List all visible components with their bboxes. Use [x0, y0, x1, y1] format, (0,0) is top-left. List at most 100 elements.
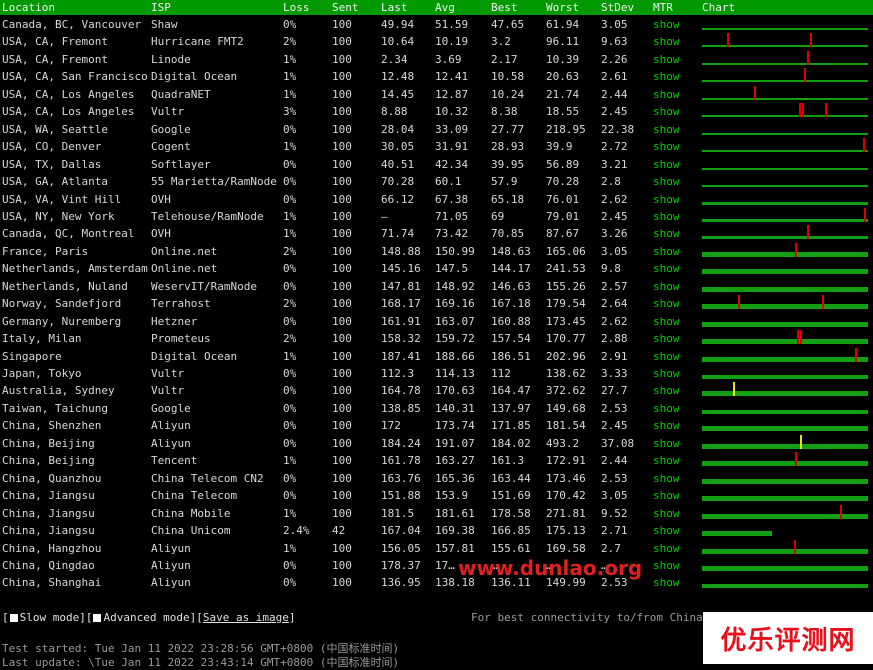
cell-sent: 100: [332, 262, 352, 276]
mtr-show-link[interactable]: show: [653, 210, 680, 223]
cell-location: Japan, Tokyo: [2, 367, 82, 380]
cell-loss: 0%: [283, 401, 297, 415]
mtr-show-link[interactable]: show: [653, 437, 680, 450]
mtr-show-link[interactable]: show: [653, 193, 680, 206]
cell-best: 10.24: [491, 87, 525, 101]
cell-worst: 165.06: [546, 244, 586, 258]
slow-mode-checkbox[interactable]: [9, 614, 18, 622]
cell-loss: 1%: [283, 454, 297, 468]
latency-bar: [702, 531, 772, 537]
cell-worst: 170.77: [546, 332, 586, 346]
cell-last: 156.05: [381, 541, 421, 555]
cell-worst: 10.39: [546, 52, 580, 66]
mtr-show-link[interactable]: show: [653, 524, 680, 537]
cell-loss: 0%: [283, 192, 297, 206]
latency-bar: [702, 478, 868, 484]
latency-spike: [800, 330, 803, 345]
cell-stdev: 2.44: [601, 454, 628, 468]
cell-sent: 100: [332, 314, 352, 328]
mtr-show-link[interactable]: show: [653, 454, 680, 467]
latency-bar: [702, 496, 868, 502]
header-worst[interactable]: Worst: [546, 1, 579, 14]
mtr-show-link[interactable]: show: [653, 384, 680, 397]
mtr-show-link[interactable]: show: [653, 123, 680, 136]
header-stdev[interactable]: StDev: [601, 1, 634, 14]
latency-chart: [702, 137, 868, 154]
cell-stdev: 2.57: [601, 279, 628, 293]
header-sent[interactable]: Sent: [332, 1, 359, 14]
mtr-show-link[interactable]: show: [653, 489, 680, 502]
table-row: USA, CA, Los Angeles Vultr 3% 100 8.88 10.32 8…: [0, 102, 873, 120]
mtr-show-link[interactable]: show: [653, 245, 680, 258]
cell-isp: Prometeus: [151, 332, 211, 346]
table-row: China, Quanzhou China Telecom CN2 0% 100 163…: [0, 469, 873, 487]
mtr-show-link[interactable]: show: [653, 297, 680, 310]
latency-chart: [702, 381, 868, 398]
cell-avg: 170.63: [435, 384, 475, 398]
cell-avg: 42.34: [435, 157, 469, 171]
mtr-show-link[interactable]: show: [653, 158, 680, 171]
cell-best: 167.18: [491, 297, 531, 311]
mtr-show-link[interactable]: show: [653, 350, 680, 363]
header-location[interactable]: Location: [2, 1, 55, 14]
mtr-show-link[interactable]: show: [653, 280, 680, 293]
mtr-show-link[interactable]: show: [653, 332, 680, 345]
latency-bar: [702, 304, 868, 310]
cell-isp: China Unicom: [151, 524, 231, 538]
slow-mode-label[interactable]: Slow mode: [20, 611, 80, 624]
mtr-show-link[interactable]: show: [653, 88, 680, 101]
cell-location: Taiwan, Taichung: [2, 401, 108, 415]
mtr-show-link[interactable]: show: [653, 419, 680, 432]
cell-stdev: 2.7: [601, 541, 621, 555]
mtr-show-link[interactable]: show: [653, 70, 680, 83]
cell-sent: 100: [332, 244, 352, 258]
mtr-show-link[interactable]: show: [653, 576, 680, 589]
mtr-show-link[interactable]: show: [653, 402, 680, 415]
cell-isp: China Mobile: [151, 506, 231, 520]
header-avg[interactable]: Avg: [435, 1, 455, 14]
latency-spike: [806, 225, 809, 240]
latency-chart: [702, 504, 868, 521]
cell-avg: 165.36: [435, 471, 475, 485]
header-isp[interactable]: ISP: [151, 1, 171, 14]
mtr-show-link[interactable]: show: [653, 542, 680, 555]
cell-stdev: 2.8: [601, 175, 621, 189]
mtr-show-link[interactable]: show: [653, 507, 680, 520]
mtr-show-link[interactable]: show: [653, 140, 680, 153]
latency-chart: [702, 242, 868, 259]
mtr-show-link[interactable]: show: [653, 367, 680, 380]
header-loss[interactable]: Loss: [283, 1, 310, 14]
table-row: France, Paris Online.net 2% 100 148.88 150.99…: [0, 242, 873, 260]
mtr-show-link[interactable]: show: [653, 18, 680, 31]
mtr-show-link[interactable]: show: [653, 105, 680, 118]
latency-chart: [702, 539, 868, 556]
save-as-image-link[interactable]: Save as image: [203, 611, 289, 624]
latency-chart: [702, 172, 868, 189]
mtr-show-link[interactable]: show: [653, 262, 680, 275]
mtr-show-link[interactable]: show: [653, 35, 680, 48]
latency-spike: [854, 347, 857, 362]
cell-location: China, Jiangsu: [2, 524, 95, 538]
header-best[interactable]: Best: [491, 1, 518, 14]
cell-loss: 0%: [283, 122, 297, 136]
mtr-show-link[interactable]: show: [653, 175, 680, 188]
cell-isp: Google: [151, 401, 191, 415]
mtr-show-link[interactable]: show: [653, 472, 680, 485]
mtr-show-link[interactable]: show: [653, 559, 680, 572]
mtr-show-link[interactable]: show: [653, 315, 680, 328]
advanced-mode-label[interactable]: Advanced mode: [103, 611, 189, 624]
cell-worst: 175.13: [546, 524, 586, 538]
mtr-show-link[interactable]: show: [653, 227, 680, 240]
cell-avg: 3.69: [435, 52, 462, 66]
latency-spike: [862, 138, 865, 153]
cell-stdev: 9.8: [601, 262, 621, 276]
advanced-mode-checkbox[interactable]: [93, 614, 102, 622]
latency-bar: [702, 167, 868, 170]
cell-loss: 0%: [283, 157, 297, 171]
cell-location: Netherlands, Nuland: [2, 279, 128, 293]
header-last[interactable]: Last: [381, 1, 408, 14]
cell-worst: 96.11: [546, 35, 580, 49]
cell-stdev: 2.64: [601, 297, 628, 311]
cell-loss: 0%: [283, 419, 297, 433]
mtr-show-link[interactable]: show: [653, 53, 680, 66]
